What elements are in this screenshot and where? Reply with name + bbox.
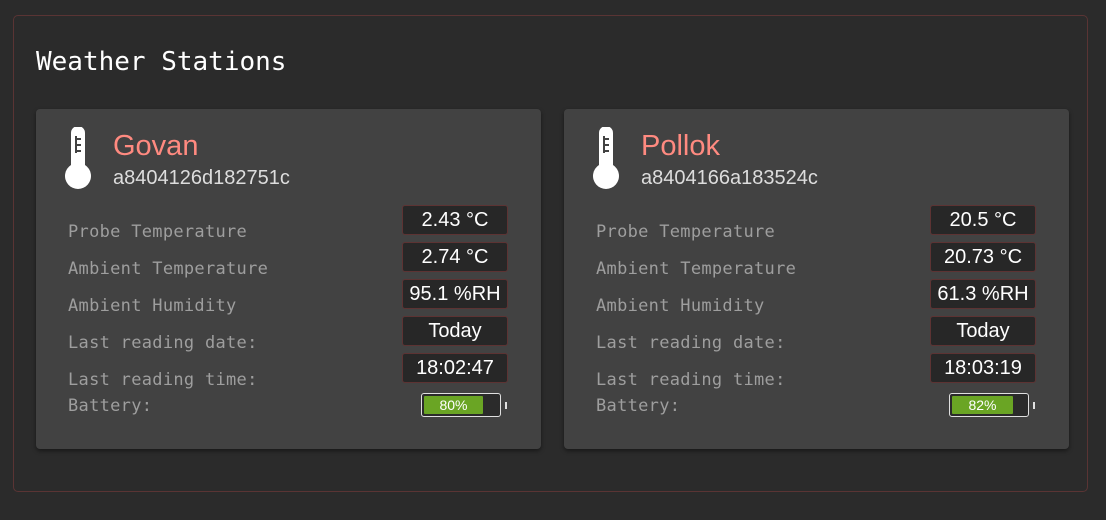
- reading-label: Ambient Temperature: [68, 259, 269, 279]
- reading-label: Last reading date:: [596, 333, 786, 353]
- reading-value: 18:03:19: [930, 353, 1036, 383]
- battery-terminal: [505, 402, 507, 409]
- reading-label: Probe Temperature: [68, 222, 248, 242]
- reading-value: 95.1 %RH: [402, 279, 508, 309]
- reading-value: 61.3 %RH: [930, 279, 1036, 309]
- reading-value: 18:02:47: [402, 353, 508, 383]
- reading-label: Probe Temperature: [596, 222, 776, 242]
- reading-label: Ambient Humidity: [596, 296, 765, 316]
- battery-percent: 82%: [968, 397, 997, 413]
- reading-label: Last reading time:: [596, 370, 786, 390]
- station-card: Pollok a8404166a183524c Probe Temperature 2…: [564, 109, 1069, 449]
- battery-label: Battery:: [68, 396, 153, 416]
- battery-label: Battery:: [596, 396, 681, 416]
- reading-value: 2.74 °C: [402, 242, 508, 272]
- reading-value: 2.43 °C: [402, 205, 508, 235]
- thermometer-icon: [60, 126, 96, 191]
- weather-stations-panel: Weather Stations Govan a8404126d182751c Pr…: [13, 15, 1088, 492]
- battery-indicator: 80%: [421, 393, 501, 417]
- reading-label: Ambient Humidity: [68, 296, 237, 316]
- reading-value: 20.73 °C: [930, 242, 1036, 272]
- station-id: a8404126d182751c: [113, 167, 290, 189]
- battery-percent: 80%: [439, 397, 468, 413]
- reading-value: 20.5 °C: [930, 205, 1036, 235]
- reading-value: Today: [930, 316, 1036, 346]
- reading-value: Today: [402, 316, 508, 346]
- station-id: a8404166a183524c: [641, 167, 818, 189]
- thermometer-icon: [588, 126, 624, 191]
- battery-indicator: 82%: [949, 393, 1029, 417]
- battery-terminal: [1033, 402, 1035, 409]
- station-name: Govan: [113, 130, 199, 162]
- reading-label: Last reading time:: [68, 370, 258, 390]
- panel-title: Weather Stations: [36, 47, 287, 77]
- station-name: Pollok: [641, 130, 720, 162]
- station-card: Govan a8404126d182751c Probe Temperature 2.…: [36, 109, 541, 449]
- reading-label: Last reading date:: [68, 333, 258, 353]
- reading-label: Ambient Temperature: [596, 259, 797, 279]
